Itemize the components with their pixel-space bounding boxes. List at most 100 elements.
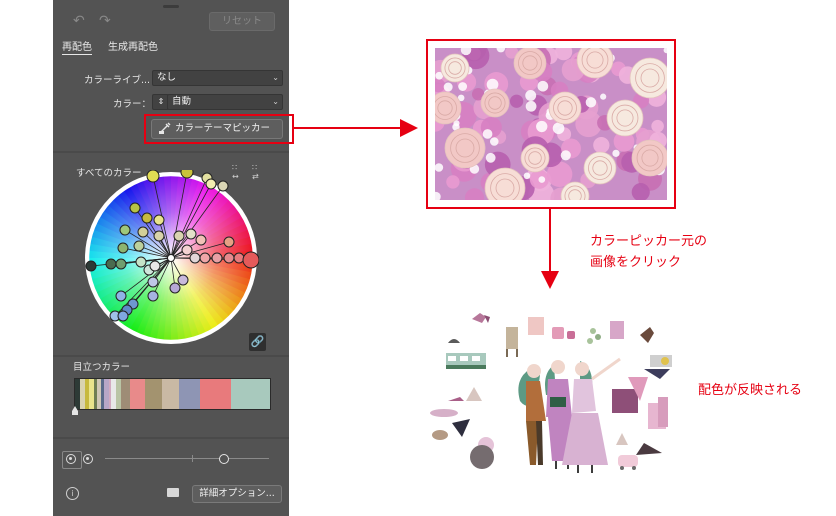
color-library-value: なし	[157, 72, 177, 83]
triangle-shape	[644, 369, 670, 379]
bag-icon	[610, 321, 624, 339]
chevron-down-icon: ⌄	[272, 97, 279, 106]
color-marker[interactable]	[173, 230, 185, 242]
dark-triangle	[452, 419, 470, 437]
color-marker[interactable]	[205, 178, 217, 190]
color-marker[interactable]	[153, 230, 165, 242]
radio-dot	[69, 457, 72, 460]
women-figures	[518, 357, 621, 473]
plant-icon	[590, 328, 596, 334]
arrow-right	[294, 119, 418, 137]
color-marker[interactable]	[133, 240, 145, 252]
small-tree-icon	[616, 433, 628, 445]
highlight-picker-button-box	[144, 114, 294, 144]
color-marker[interactable]	[146, 170, 160, 183]
radio-dot	[86, 457, 89, 460]
colors-label: カラー：	[113, 99, 152, 110]
prominent-color-swatch[interactable]	[200, 379, 232, 409]
display-mode-radio-2[interactable]	[83, 454, 93, 464]
color-library-label: カラーライブ...	[84, 75, 151, 86]
folder-icon[interactable]	[167, 488, 179, 497]
color-marker[interactable]	[242, 251, 259, 269]
section-divider	[53, 355, 289, 357]
tree-icon	[466, 387, 482, 401]
color-marker[interactable]	[199, 252, 211, 264]
section-divider	[53, 151, 289, 153]
color-marker[interactable]	[189, 252, 201, 264]
bird-icon	[472, 313, 486, 323]
recolor-panel: ↶ ↷ リセット 再配色 生成再配色 カラーライブ... なし ⌄ カラー： ⇕…	[53, 0, 289, 516]
flower-photo[interactable]	[435, 48, 667, 200]
prominent-color-swatch[interactable]	[231, 379, 270, 409]
color-marker[interactable]	[180, 170, 194, 179]
color-marker[interactable]	[233, 252, 245, 264]
redo-icon[interactable]: ↷	[99, 14, 113, 28]
result-text: 配色が反映される	[698, 383, 803, 398]
arrow-down	[541, 209, 559, 289]
color-marker[interactable]	[115, 290, 127, 302]
color-marker[interactable]	[119, 224, 131, 236]
recolored-illustration	[430, 313, 672, 473]
color-marker[interactable]	[117, 242, 129, 254]
color-marker[interactable]	[135, 256, 147, 268]
chevron-down-icon: ⌄	[272, 73, 279, 82]
frame-shape	[612, 389, 638, 413]
color-marker[interactable]	[195, 234, 207, 246]
color-wheel[interactable]	[83, 170, 259, 346]
bottle-icon	[640, 327, 654, 343]
wheel-center	[167, 254, 175, 262]
slider-tick	[192, 455, 193, 462]
advanced-options-button[interactable]: 詳細オプション...	[192, 485, 282, 503]
stepper-arrows-icon: ⇕	[157, 97, 165, 106]
prominent-color-swatch[interactable]	[144, 379, 162, 409]
color-marker[interactable]	[153, 214, 165, 226]
color-marker[interactable]	[115, 258, 127, 270]
color-marker[interactable]	[181, 244, 193, 256]
brightness-slider-track[interactable]	[105, 458, 269, 459]
color-marker[interactable]	[105, 258, 117, 270]
color-marker[interactable]	[149, 260, 161, 272]
color-marker[interactable]	[217, 180, 229, 192]
dark-circle	[470, 445, 494, 469]
tab-generative-recolor[interactable]: 生成再配色	[108, 38, 158, 53]
color-marker[interactable]	[129, 202, 141, 214]
color-marker[interactable]	[223, 252, 235, 264]
color-marker[interactable]	[141, 212, 153, 224]
tab-recolor[interactable]: 再配色	[62, 38, 92, 55]
panel-grip[interactable]	[163, 5, 179, 8]
color-marker[interactable]	[147, 276, 159, 288]
prominent-color-swatch[interactable]	[161, 379, 179, 409]
color-marker[interactable]	[85, 260, 97, 272]
color-marker[interactable]	[177, 274, 189, 286]
color-marker[interactable]	[223, 236, 235, 248]
prominent-colors-label: 目立つカラー	[73, 362, 131, 373]
color-library-select[interactable]: なし ⌄	[152, 70, 283, 86]
prominent-color-swatch[interactable]	[178, 379, 201, 409]
color-marker[interactable]	[211, 252, 223, 264]
rock-shape	[636, 443, 662, 455]
colors-count-select[interactable]: 自動 ⌄	[167, 94, 283, 110]
color-marker[interactable]	[137, 226, 149, 238]
prominent-color-swatch[interactable]	[120, 379, 131, 409]
tag-icon	[528, 317, 544, 335]
link-colors-button[interactable]: 🔗	[249, 333, 266, 351]
color-marker[interactable]	[117, 310, 129, 322]
instruction-text-line1: カラーピッカー元の	[590, 234, 708, 249]
reset-button[interactable]: リセット	[209, 12, 275, 31]
mug-icon	[552, 327, 564, 339]
chair-icon	[506, 327, 518, 349]
cloud-icon	[448, 339, 460, 343]
color-marker[interactable]	[147, 290, 159, 302]
color-marker[interactable]	[169, 282, 181, 294]
slider-handle-base	[72, 411, 78, 415]
car-icon	[618, 455, 638, 467]
brightness-slider-thumb[interactable]	[219, 454, 229, 464]
prominent-colors-bar[interactable]	[74, 378, 271, 410]
color-marker[interactable]	[185, 228, 197, 240]
info-icon[interactable]: i	[66, 487, 79, 500]
instruction-text-line2: 画像をクリック	[590, 255, 682, 270]
prominent-color-swatch[interactable]	[130, 379, 145, 409]
source-image-frame[interactable]	[426, 39, 676, 209]
display-mode-radio-1[interactable]	[66, 454, 76, 464]
undo-icon[interactable]: ↶	[73, 14, 87, 28]
